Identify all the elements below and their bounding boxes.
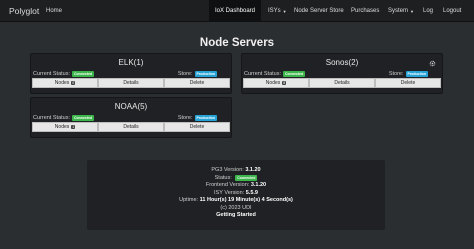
node-server-title: Sonos(2)	[325, 58, 359, 67]
store-label: Store:	[177, 114, 193, 121]
frontend-version-line: Frontend Version: 3.1.20	[205, 182, 267, 188]
uptime-value: 11 Hour(s) 19 Minute(s) 4 Second(s)	[199, 197, 293, 203]
nodes-count-badge: 1	[71, 125, 76, 129]
system-info-panel: PG3 Version: 3.1.20 Status: Connected Fr…	[87, 160, 385, 230]
delete-button[interactable]: Delete	[164, 122, 230, 132]
button-row: Nodes 1 Details Delete	[32, 122, 230, 132]
store-label: Store:	[388, 70, 404, 77]
nav-logout[interactable]: Logout	[437, 0, 467, 22]
status-label: Current Status:	[33, 70, 70, 77]
status-badge: Connected	[283, 70, 306, 77]
copyright: (c) 2023 UDI	[220, 204, 252, 211]
pg3-version-line: PG3 Version: 3.1.20	[211, 167, 261, 173]
store-badge: Production	[194, 70, 217, 77]
nodes-button[interactable]: Nodes 8	[243, 78, 309, 88]
status-row: Current Status: Connected Store: Product…	[242, 69, 442, 78]
nav-system-dropdown[interactable]: System ▼	[382, 0, 420, 22]
store-badge: Production	[194, 114, 217, 121]
gear-icon[interactable]	[429, 60, 436, 67]
page-title: Node Servers	[199, 37, 275, 49]
nav-log[interactable]: Log	[417, 0, 439, 22]
nodes-button[interactable]: Nodes 0	[32, 78, 98, 88]
nav-iox-dashboard-active[interactable]: IoX Dashboard	[209, 0, 261, 22]
store-label: Store:	[177, 70, 193, 77]
button-row: Nodes 0 Details Delete	[32, 78, 230, 88]
status-line: Status: Connected	[214, 174, 258, 181]
details-button[interactable]: Details	[98, 122, 164, 132]
frontend-version-value: 3.1.20	[250, 182, 267, 188]
status-row: Current Status: Connected Store: Product…	[31, 69, 231, 78]
isy-version-line: ISY Version: 5.5.9	[214, 189, 258, 196]
nav-node-server-store[interactable]: Node Server Store	[288, 0, 350, 22]
nodes-count-badge: 8	[282, 81, 287, 85]
node-server-card-noaa: NOAA(5) Current Status: Connected Store:…	[30, 97, 232, 138]
delete-button[interactable]: Delete	[164, 78, 230, 88]
getting-started-link[interactable]: Getting Started	[87, 212, 385, 220]
delete-button[interactable]: Delete	[375, 78, 441, 88]
pg3-version-value: 3.1.20	[245, 167, 261, 173]
node-server-title: ELK(1)	[118, 58, 144, 67]
nodes-count-badge: 0	[71, 81, 76, 85]
status-row: Current Status: Connected Store: Product…	[31, 113, 231, 122]
store-badge: Production	[405, 70, 428, 77]
button-row: Nodes 8 Details Delete	[243, 78, 441, 88]
chevron-down-icon: ▼	[410, 8, 414, 14]
chevron-down-icon: ▼	[282, 8, 287, 14]
status-badge: Connected	[72, 114, 95, 121]
nodes-button[interactable]: Nodes 1	[32, 122, 98, 132]
status-badge: Connected	[72, 70, 95, 77]
isy-version-value: 5.5.9	[245, 189, 258, 196]
details-button[interactable]: Details	[309, 78, 375, 88]
status-badge: Connected	[235, 174, 258, 181]
node-server-title: NOAA(5)	[114, 102, 148, 111]
status-label: Current Status:	[244, 70, 281, 77]
node-server-card-sonos: Sonos(2) Current Status: Connected Store…	[241, 53, 443, 94]
details-button[interactable]: Details	[98, 78, 164, 88]
node-server-card-elk: ELK(1) Current Status: Connected Store: …	[30, 53, 232, 94]
status-label: Current Status:	[33, 114, 70, 121]
nav-purchases[interactable]: Purchases	[345, 0, 385, 22]
uptime-line: Uptime: 11 Hour(s) 19 Minute(s) 4 Second…	[179, 197, 293, 203]
